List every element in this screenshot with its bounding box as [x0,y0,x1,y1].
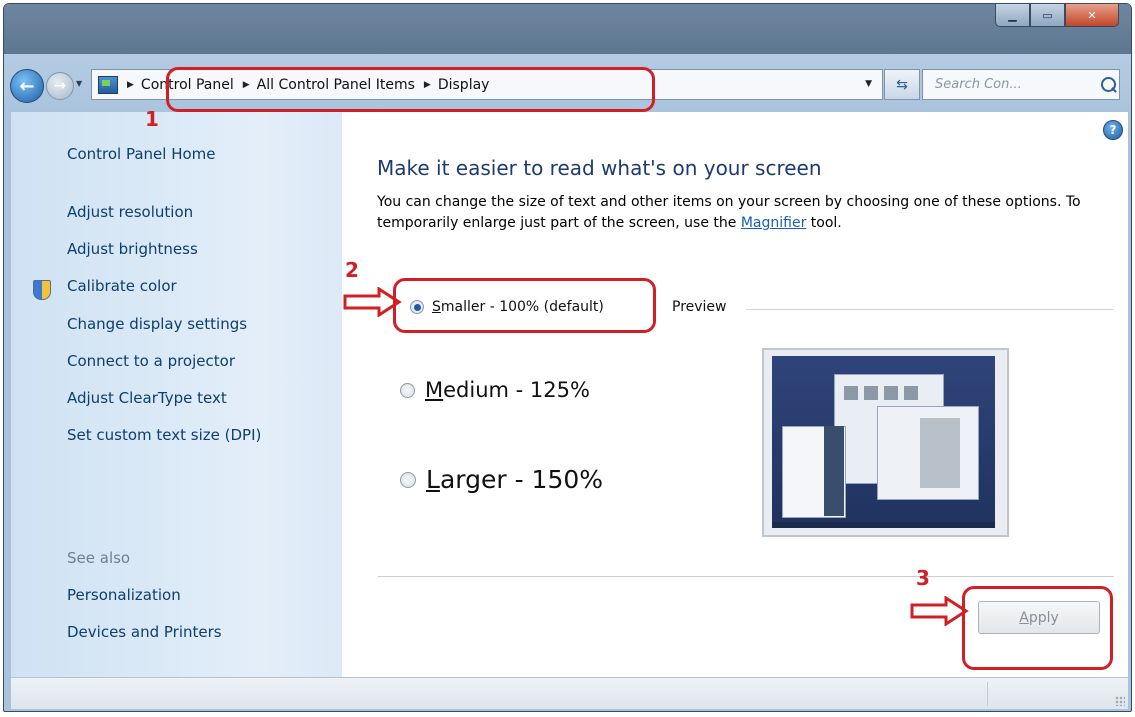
sidebar-item-adjust-resolution[interactable]: Adjust resolution [67,203,193,221]
option-medium-label: Medium - 125% [425,378,590,402]
help-icon[interactable]: ? [1103,120,1123,140]
sidebar-item-devices-printers[interactable]: Devices and Printers [67,623,222,641]
radio-medium[interactable] [400,382,415,398]
option-label-text: arger - 150% [439,465,604,494]
annotation-highlight-smaller-option [393,278,656,333]
annotation-highlight-apply [962,586,1113,670]
accelerator-key: M [425,378,444,402]
preview-panel [920,418,960,488]
magnifier-link[interactable]: Magnifier [741,215,807,231]
sidebar-item-custom-text-size[interactable]: Set custom text size (DPI) [67,426,261,444]
back-button[interactable]: ← [10,69,44,103]
forward-button[interactable]: → [46,72,74,100]
sidebar-item-calibrate-color[interactable]: Calibrate color [67,277,177,295]
forward-arrow-icon: → [54,78,66,94]
option-larger-label: Larger - 150% [426,465,603,494]
option-label-text: edium - 125% [443,378,590,402]
resize-grip-icon[interactable] [1115,696,1125,706]
see-also-heading: See also [67,549,131,567]
option-larger[interactable]: Larger - 150% [400,465,603,494]
back-arrow-icon: ← [19,75,35,97]
content-divider [378,576,1114,577]
option-medium[interactable]: Medium - 125% [400,378,590,402]
caption-buttons: ▁ ▭ ✕ [995,4,1119,27]
sidebar-item-change-display-settings[interactable]: Change display settings [67,315,247,333]
recent-pages-dropdown-icon[interactable]: ▼ [76,79,82,88]
preview-taskbar [772,522,995,528]
search-input[interactable] [933,76,1097,93]
preview-divider [746,309,1114,310]
annotation-highlight-breadcrumb [166,67,655,112]
sidebar-item-personalization[interactable]: Personalization [67,586,181,604]
preview-screen [772,356,995,528]
status-separator [987,682,988,706]
task-pane: Control Panel Home Adjust resolution Adj… [11,112,342,677]
description-text: You can change the size of text and othe… [377,194,1081,231]
annotation-number: 2 [345,258,359,282]
sidebar-item-control-panel-home[interactable]: Control Panel Home [67,145,216,163]
sidebar-item-adjust-brightness[interactable]: Adjust brightness [67,240,198,258]
uac-shield-icon [33,280,51,300]
address-dropdown-icon[interactable]: ▼ [865,79,872,89]
annotation-number: 3 [916,566,930,590]
title-bar: ▁ ▭ ✕ [4,4,1131,54]
page-description: You can change the size of text and othe… [377,192,1117,234]
preview-label: Preview [672,299,727,315]
refresh-button[interactable]: ⇆ [884,69,920,100]
minimize-button[interactable]: ▁ [995,4,1030,27]
refresh-icon: ⇆ [896,76,908,93]
status-bar [11,677,1128,709]
preview-grid [844,386,924,400]
page-title: Make it easier to read what's on your sc… [377,156,822,180]
accelerator-key: L [426,465,440,494]
radio-larger[interactable] [400,471,416,488]
sidebar-item-connect-projector[interactable]: Connect to a projector [67,352,235,370]
maximize-button[interactable]: ▭ [1030,4,1065,27]
annotation-arrow-icon [910,596,969,626]
search-box[interactable] [922,69,1120,100]
search-icon[interactable] [1101,77,1116,92]
control-panel-icon [98,75,118,94]
preview-sidebar [824,426,844,516]
sidebar-item-adjust-cleartype[interactable]: Adjust ClearType text [67,389,227,407]
close-button[interactable]: ✕ [1065,4,1119,27]
breadcrumb-separator-icon[interactable]: ▶ [127,80,134,90]
annotation-number: 1 [145,107,159,131]
preview-image [762,348,1009,537]
description-text-end: tool. [806,215,842,231]
